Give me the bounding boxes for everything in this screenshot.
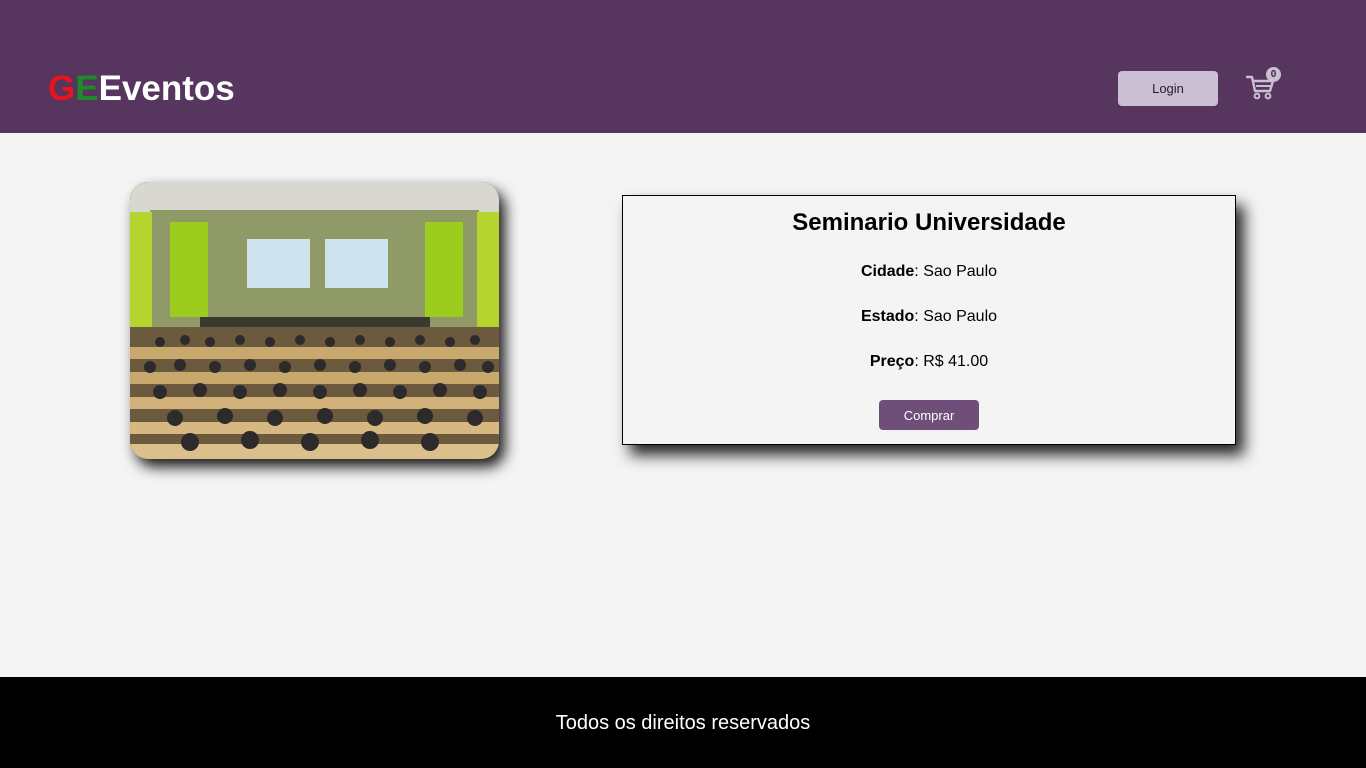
event-city: Cidade: Sao Paulo	[623, 263, 1235, 281]
footer-text: Todos os direitos reservados	[555, 712, 811, 734]
event-title: Seminario Universidade	[792, 209, 1066, 236]
auditorium-photo	[130, 182, 499, 459]
footer: Todos os direitos reservados	[0, 677, 1366, 768]
event-price: Preço: R$ 41.00	[623, 353, 1235, 371]
city-value: : Sao Paulo	[914, 263, 998, 280]
price-value: : R$ 41.00	[914, 353, 989, 370]
state-value: : Sao Paulo	[914, 308, 998, 325]
event-details-card: Seminario Universidade Cidade: Sao Paulo…	[622, 195, 1236, 445]
buy-button[interactable]: Comprar	[879, 400, 979, 430]
event-state: Estado: Sao Paulo	[623, 308, 1235, 326]
logo-letter-g: G	[48, 69, 76, 108]
event-image	[130, 182, 499, 459]
logo[interactable]: GEEventos	[48, 68, 235, 110]
header: GEEventos Login 0	[0, 0, 1366, 133]
logo-letter-e: E	[75, 69, 99, 108]
city-label: Cidade	[860, 263, 915, 280]
price-label: Preço	[869, 353, 915, 370]
logo-text: Eventos	[98, 69, 235, 108]
state-label: Estado	[860, 308, 915, 325]
cart-count-badge: 0	[1266, 67, 1281, 82]
login-button[interactable]: Login	[1118, 71, 1218, 106]
cart-button[interactable]: 0	[1246, 67, 1281, 102]
